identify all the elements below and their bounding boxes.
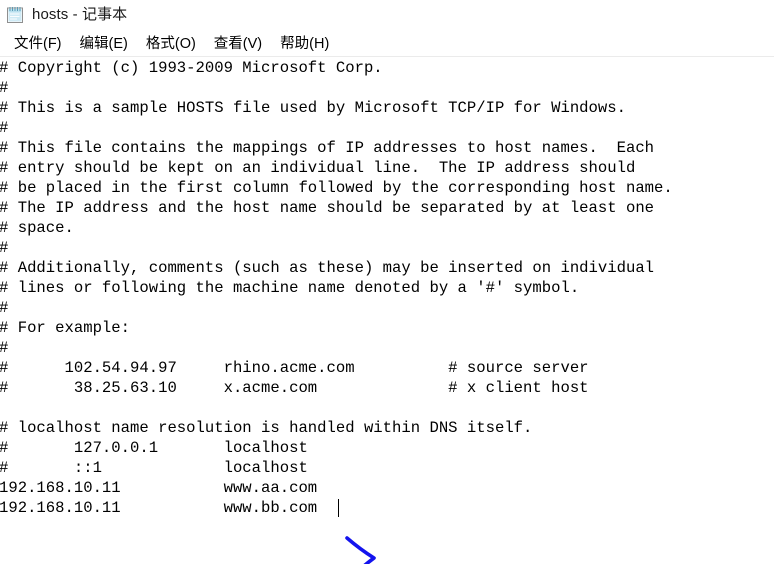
text-caret — [338, 499, 340, 517]
menu-item-file[interactable]: 文件(F) — [5, 36, 71, 54]
title-bar[interactable]: hosts - 记事本 — [0, 0, 774, 28]
menu-item-format[interactable]: 格式(O) — [137, 36, 205, 54]
menu-bar: 文件(F) 编辑(E) 格式(O) 查看(V) 帮助(H) — [0, 33, 774, 56]
window-title: hosts - 记事本 — [32, 5, 128, 23]
notepad-icon-svg — [7, 7, 23, 23]
hosts-file-text[interactable]: # Copyright (c) 1993-2009 Microsoft Corp… — [0, 58, 673, 518]
menu-item-help[interactable]: 帮助(H) — [271, 36, 338, 54]
annotation-chevron-svg — [345, 536, 376, 564]
text-edit-area[interactable]: # Copyright (c) 1993-2009 Microsoft Corp… — [0, 57, 774, 564]
menu-item-edit[interactable]: 编辑(E) — [71, 36, 137, 54]
notepad-window: hosts - 记事本 文件(F) 编辑(E) 格式(O) 查看(V) 帮助(H… — [0, 0, 774, 564]
annotation-chevron-icon — [344, 534, 384, 564]
menu-item-view[interactable]: 查看(V) — [205, 36, 271, 54]
notepad-icon — [6, 5, 25, 24]
